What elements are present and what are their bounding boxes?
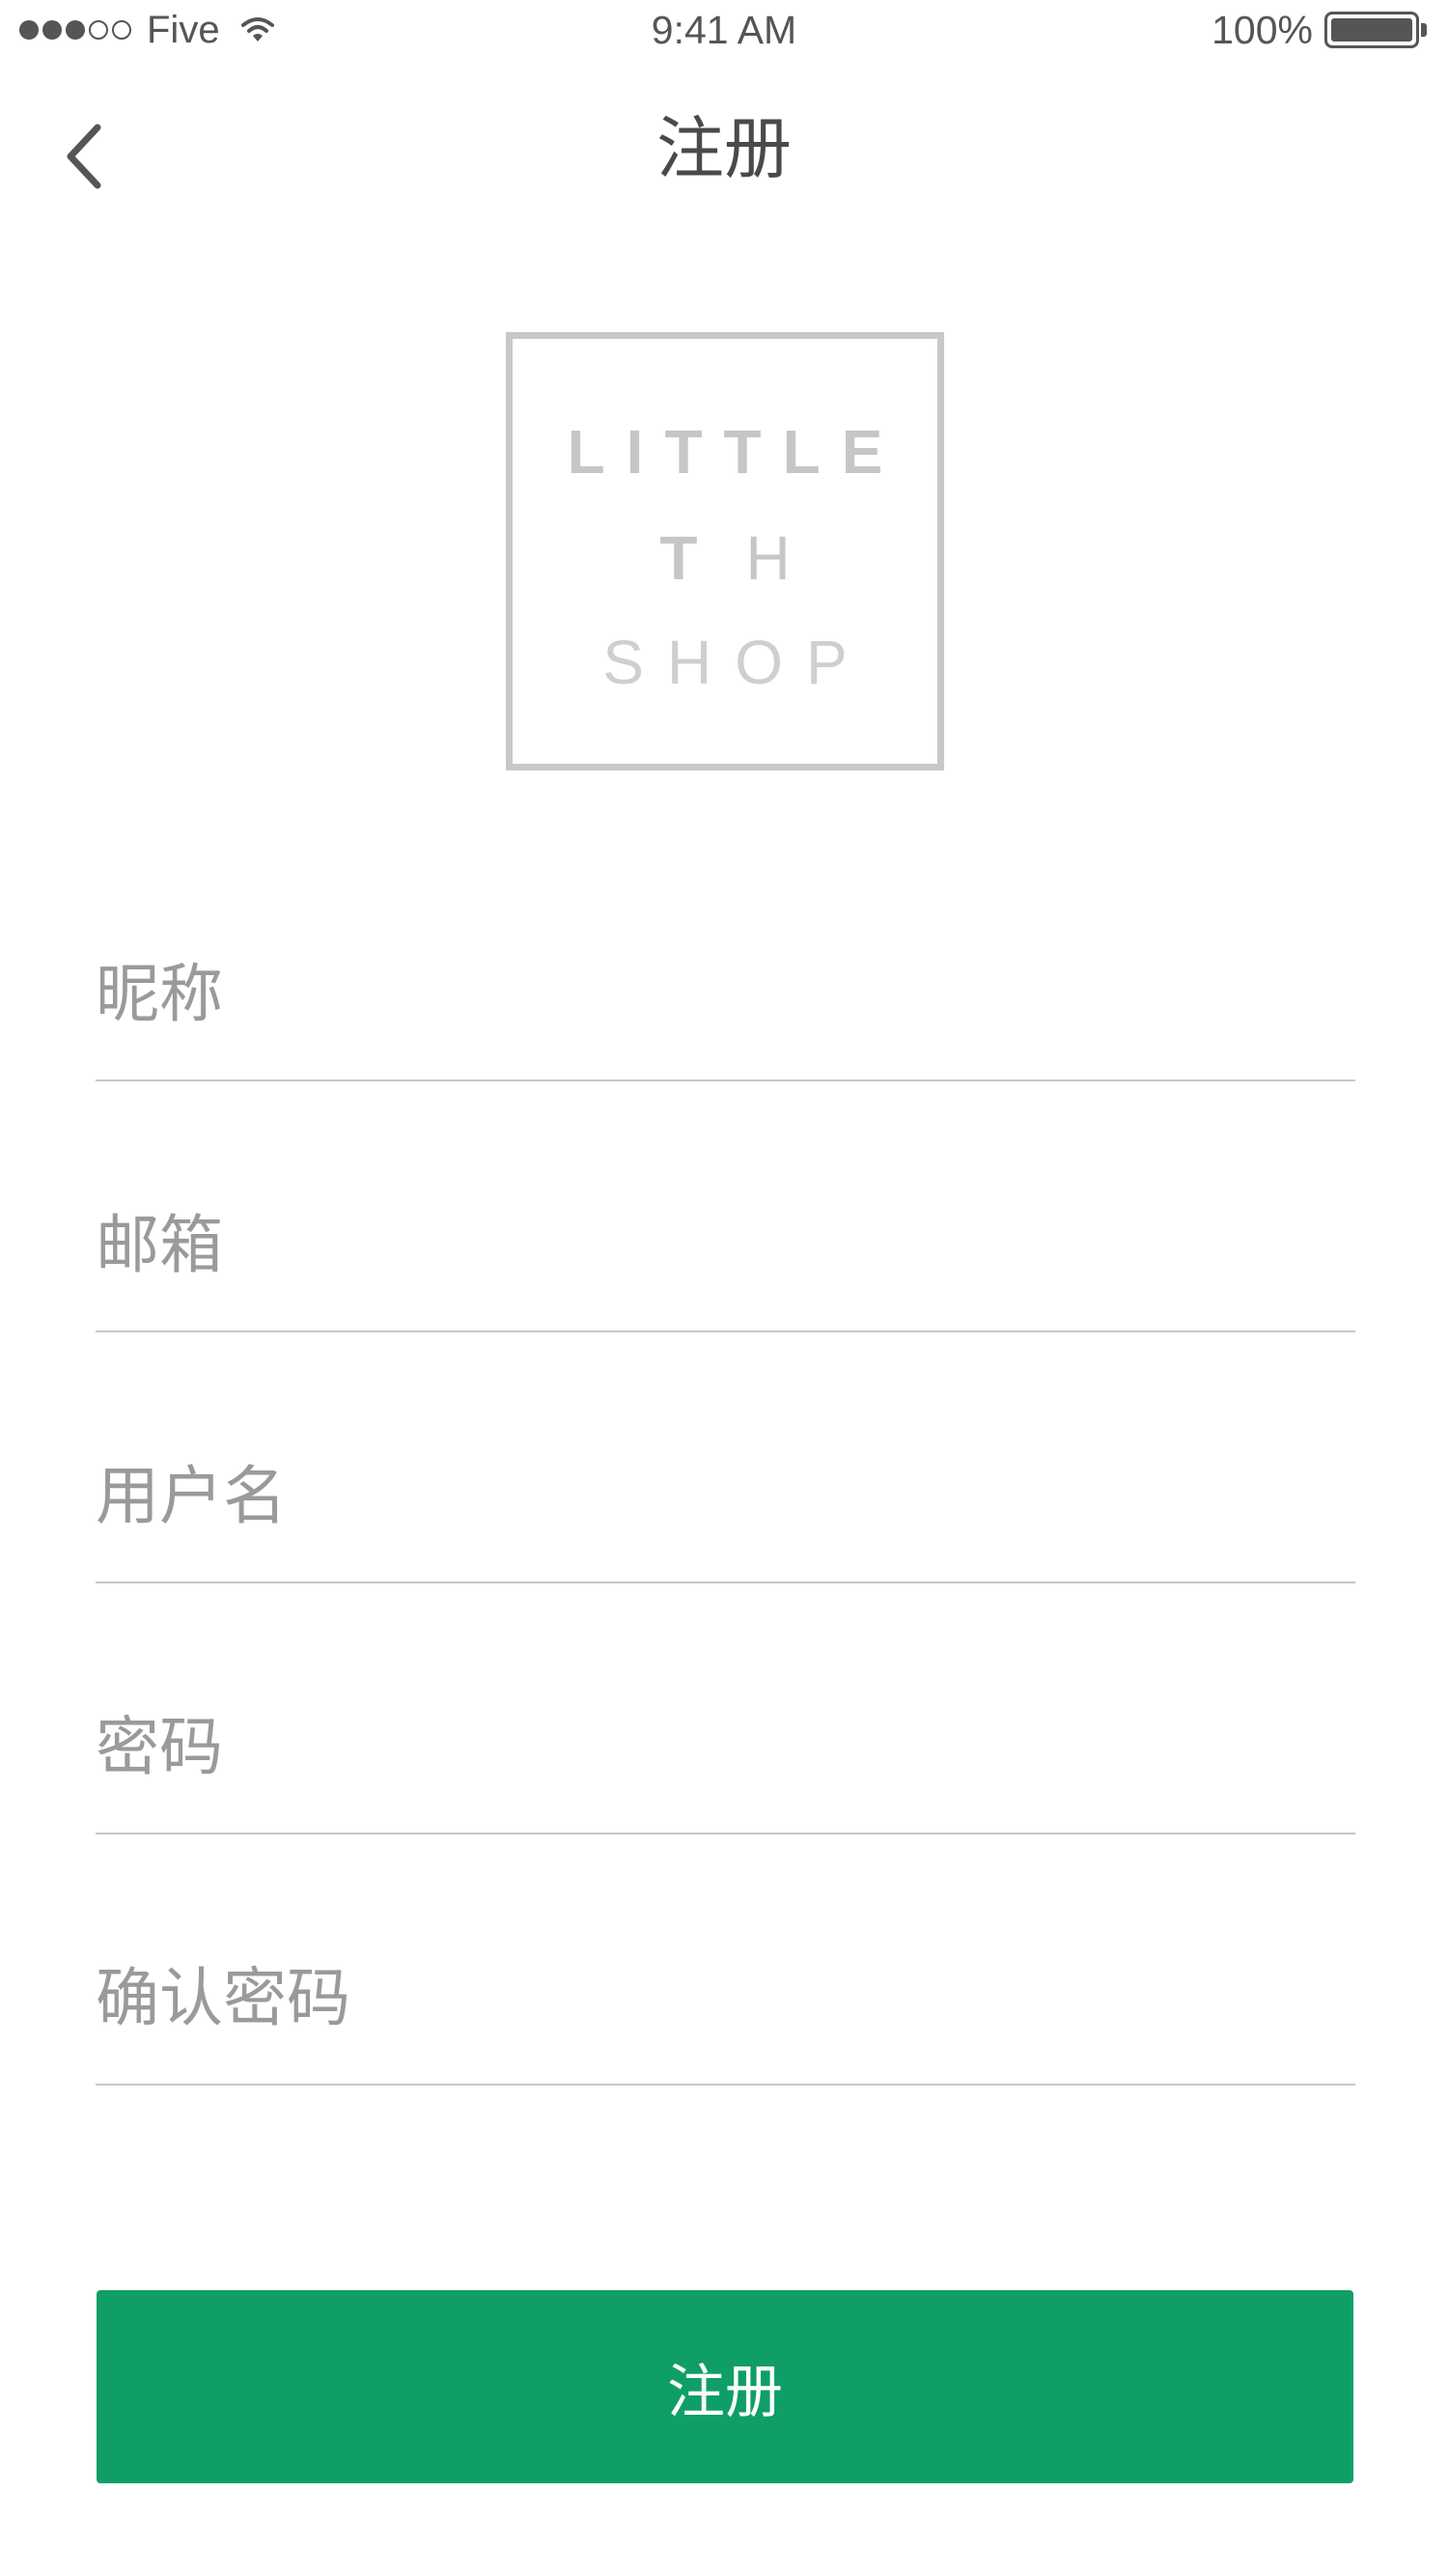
navigation-bar: 注册 bbox=[0, 60, 1448, 249]
email-field bbox=[96, 1159, 1355, 1332]
username-field bbox=[96, 1410, 1355, 1583]
page-title: 注册 bbox=[656, 109, 792, 188]
status-right: 100% bbox=[1211, 0, 1427, 60]
logo-letter-t: T bbox=[659, 523, 746, 593]
logo-letter-h: H bbox=[745, 523, 839, 593]
register-button[interactable]: 注册 bbox=[97, 2290, 1353, 2483]
battery-percentage: 100% bbox=[1211, 7, 1313, 52]
battery-icon bbox=[1324, 12, 1419, 48]
email-input[interactable] bbox=[96, 1159, 1355, 1330]
nickname-field bbox=[96, 908, 1355, 1081]
battery-level bbox=[1331, 18, 1412, 42]
password-input[interactable] bbox=[96, 1661, 1355, 1833]
logo-line-2: TH bbox=[513, 522, 937, 594]
logo-line-1: LITTLE bbox=[567, 417, 905, 487]
status-bar: Five 9:41 AM 100% bbox=[0, 0, 1448, 60]
shop-logo: LITTLE TH SHOP bbox=[506, 332, 944, 770]
username-input[interactable] bbox=[96, 1410, 1355, 1582]
battery-tip bbox=[1421, 23, 1427, 37]
confirm-password-field bbox=[96, 1912, 1355, 2086]
logo-line-3: SHOP bbox=[602, 628, 871, 697]
nickname-input[interactable] bbox=[96, 908, 1355, 1079]
confirm-password-input[interactable] bbox=[96, 1912, 1355, 2084]
password-field bbox=[96, 1661, 1355, 1834]
